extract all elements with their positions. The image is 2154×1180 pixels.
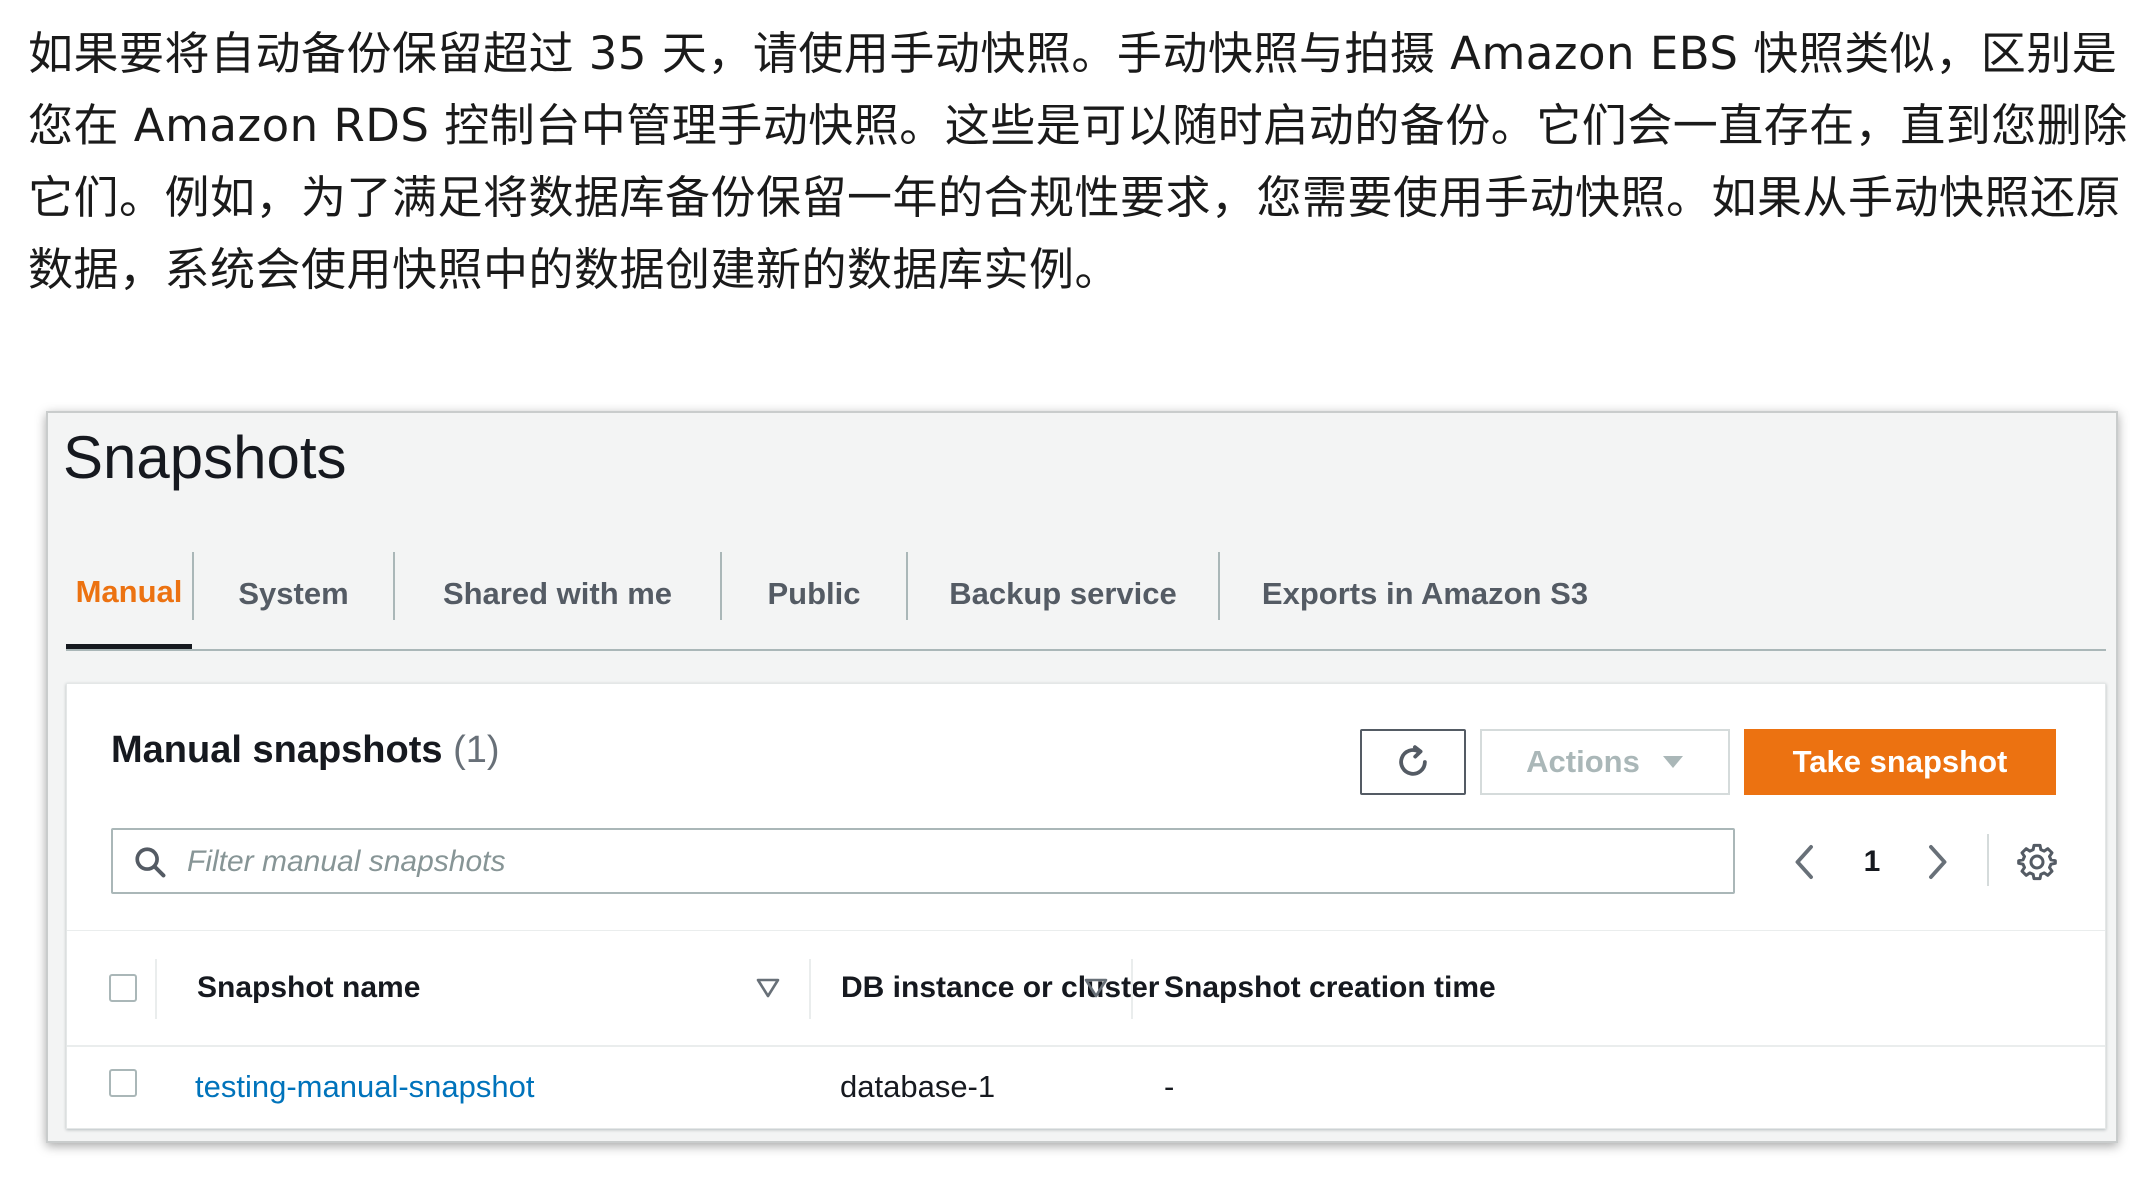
refresh-button[interactable]: [1360, 729, 1466, 795]
chevron-right-icon[interactable]: [1919, 842, 1955, 882]
search-input[interactable]: [185, 836, 1709, 888]
table-header: Snapshot name DB instance or cluster Sna…: [67, 931, 2105, 1047]
column-header-creation-time[interactable]: Snapshot creation time: [1164, 931, 1496, 1045]
page-title: Snapshots: [63, 424, 347, 491]
take-snapshot-button[interactable]: Take snapshot: [1744, 729, 2056, 795]
container-title: Manual snapshots: [111, 729, 443, 771]
page-number[interactable]: 1: [1847, 840, 1897, 884]
column-divider: [155, 959, 157, 1019]
tab-system[interactable]: System: [194, 539, 393, 649]
column-divider: [809, 959, 811, 1019]
actions-dropdown[interactable]: Actions: [1480, 729, 1730, 795]
caret-down-icon: [1662, 756, 1683, 768]
chevron-left-icon[interactable]: [1787, 842, 1823, 882]
table-row: testing-manual-snapshot database-1 -: [67, 1047, 2105, 1127]
pagination-divider: [1987, 834, 1989, 886]
sort-icon[interactable]: [755, 977, 781, 999]
intro-paragraph: 如果要将自动备份保留超过 35 天，请使用手动快照。手动快照与拍摄 Amazon…: [28, 27, 2128, 296]
container-header: Manual snapshots (1): [111, 729, 500, 772]
snapshot-tabs: Manual System Shared with me Public Back…: [66, 539, 2106, 651]
db-instance-cell: database-1: [840, 1069, 996, 1104]
tab-public[interactable]: Public: [722, 539, 906, 649]
tab-manual[interactable]: Manual: [66, 539, 192, 649]
rds-console-screenshot: Snapshots Manual System Shared with me P…: [46, 411, 2118, 1143]
refresh-icon: [1399, 745, 1427, 776]
gear-icon[interactable]: [2017, 842, 2057, 882]
select-all-checkbox[interactable]: [109, 974, 137, 1002]
column-header-snapshot-name[interactable]: Snapshot name: [197, 931, 420, 1045]
snapshot-name-link[interactable]: testing-manual-snapshot: [195, 1047, 534, 1127]
tab-backup-service[interactable]: Backup service: [908, 539, 1218, 649]
search-field: [111, 828, 1735, 894]
sort-icon[interactable]: [1083, 977, 1109, 999]
column-header-db-instance[interactable]: DB instance or cluster: [841, 931, 1159, 1045]
manual-snapshots-container: Manual snapshots (1) Actions Take snapsh…: [66, 683, 2106, 1129]
creation-time-cell: -: [1164, 1069, 1175, 1104]
tab-shared-with-me[interactable]: Shared with me: [395, 539, 720, 649]
search-icon: [135, 847, 166, 878]
column-divider: [1131, 959, 1133, 1019]
snapshot-count: (1): [453, 729, 500, 771]
actions-label: Actions: [1526, 744, 1640, 779]
row-checkbox[interactable]: [109, 1069, 137, 1097]
tab-exports-in-amazon-s3[interactable]: Exports in Amazon S3: [1220, 539, 1630, 649]
